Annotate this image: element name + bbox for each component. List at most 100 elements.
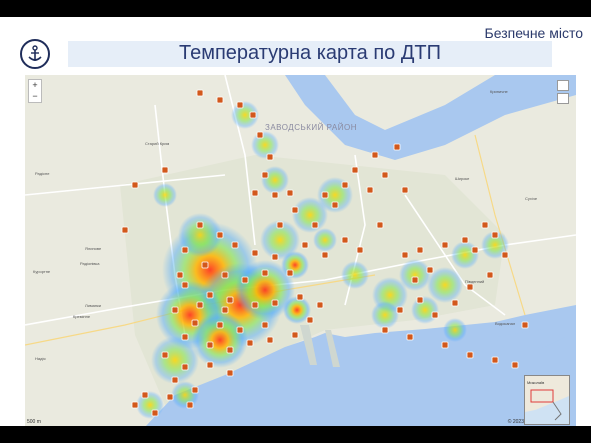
accident-marker[interactable] [226,346,234,354]
accident-marker[interactable] [416,246,424,254]
accident-marker[interactable] [351,166,359,174]
accident-marker[interactable] [466,283,474,291]
accident-marker[interactable] [426,266,434,274]
attribution[interactable]: © 2023 [508,419,524,425]
accident-marker[interactable] [171,306,179,314]
zoom-in-button[interactable]: + [29,80,41,91]
accident-marker[interactable] [206,291,214,299]
accident-marker[interactable] [431,311,439,319]
overview-inset-map[interactable]: Миколаїв [524,375,570,425]
accident-marker[interactable] [161,351,169,359]
accident-marker[interactable] [131,401,139,409]
accident-marker[interactable] [181,333,189,341]
accident-marker[interactable] [296,293,304,301]
accident-marker[interactable] [341,236,349,244]
accident-marker[interactable] [251,301,259,309]
accident-marker[interactable] [461,236,469,244]
accident-marker[interactable] [226,369,234,377]
accident-marker[interactable] [121,226,129,234]
accident-marker[interactable] [226,296,234,304]
accident-marker[interactable] [266,336,274,344]
accident-marker[interactable] [236,101,244,109]
accident-marker[interactable] [511,361,519,369]
accident-marker[interactable] [521,321,529,329]
accident-marker[interactable] [196,89,204,97]
accident-marker[interactable] [291,206,299,214]
accident-marker[interactable] [491,356,499,364]
accident-marker[interactable] [401,251,409,259]
accident-marker[interactable] [271,299,279,307]
accident-marker[interactable] [251,189,259,197]
accident-marker[interactable] [501,251,509,259]
accident-marker[interactable] [321,251,329,259]
accident-marker[interactable] [471,246,479,254]
accident-marker[interactable] [371,151,379,159]
accident-marker[interactable] [396,306,404,314]
accident-marker[interactable] [341,181,349,189]
accident-marker[interactable] [231,241,239,249]
accident-marker[interactable] [441,241,449,249]
accident-marker[interactable] [276,221,284,229]
accident-marker[interactable] [221,306,229,314]
accident-marker[interactable] [191,319,199,327]
accident-marker[interactable] [271,253,279,261]
accident-marker[interactable] [306,316,314,324]
accident-marker[interactable] [481,221,489,229]
map-type-icon[interactable] [557,93,569,104]
accident-marker[interactable] [321,191,329,199]
accident-marker[interactable] [181,363,189,371]
accident-marker[interactable] [186,401,194,409]
accident-marker[interactable] [236,326,244,334]
accident-marker[interactable] [261,269,269,277]
accident-marker[interactable] [181,281,189,289]
accident-marker[interactable] [151,409,159,417]
accident-marker[interactable] [181,246,189,254]
accident-marker[interactable] [291,331,299,339]
accident-marker[interactable] [261,171,269,179]
accident-marker[interactable] [491,231,499,239]
accident-marker[interactable] [393,143,401,151]
accident-marker[interactable] [196,301,204,309]
accident-marker[interactable] [271,191,279,199]
accident-marker[interactable] [131,181,139,189]
accident-marker[interactable] [176,271,184,279]
accident-marker[interactable] [466,351,474,359]
zoom-control[interactable]: + − [28,79,42,103]
accident-marker[interactable] [141,391,149,399]
accident-marker[interactable] [206,341,214,349]
accident-marker[interactable] [216,96,224,104]
accident-marker[interactable] [221,271,229,279]
accident-marker[interactable] [316,301,324,309]
accident-marker[interactable] [366,186,374,194]
accident-marker[interactable] [251,249,259,257]
layers-icon[interactable] [557,80,569,91]
accident-marker[interactable] [266,153,274,161]
accident-marker[interactable] [356,246,364,254]
accident-marker[interactable] [331,201,339,209]
accident-marker[interactable] [201,261,209,269]
accident-marker[interactable] [381,171,389,179]
accident-marker[interactable] [216,321,224,329]
accident-marker[interactable] [166,393,174,401]
accident-marker[interactable] [241,276,249,284]
accident-marker[interactable] [381,326,389,334]
accident-marker[interactable] [216,231,224,239]
heatmap-map[interactable]: ЗАВОДСЬКИЙ РАЙОН Старий Крим Криничне Ра… [25,75,576,426]
accident-marker[interactable] [256,131,264,139]
accident-marker[interactable] [261,321,269,329]
accident-marker[interactable] [161,166,169,174]
accident-marker[interactable] [249,111,257,119]
accident-marker[interactable] [411,276,419,284]
accident-marker[interactable] [196,221,204,229]
accident-marker[interactable] [401,186,409,194]
accident-marker[interactable] [286,189,294,197]
accident-marker[interactable] [416,296,424,304]
accident-marker[interactable] [191,386,199,394]
map-canvas[interactable]: ЗАВОДСЬКИЙ РАЙОН Старий Крим Криничне Ра… [25,75,576,426]
accident-marker[interactable] [301,241,309,249]
accident-marker[interactable] [171,376,179,384]
accident-marker[interactable] [486,271,494,279]
accident-marker[interactable] [206,361,214,369]
accident-marker[interactable] [451,299,459,307]
accident-marker[interactable] [406,333,414,341]
